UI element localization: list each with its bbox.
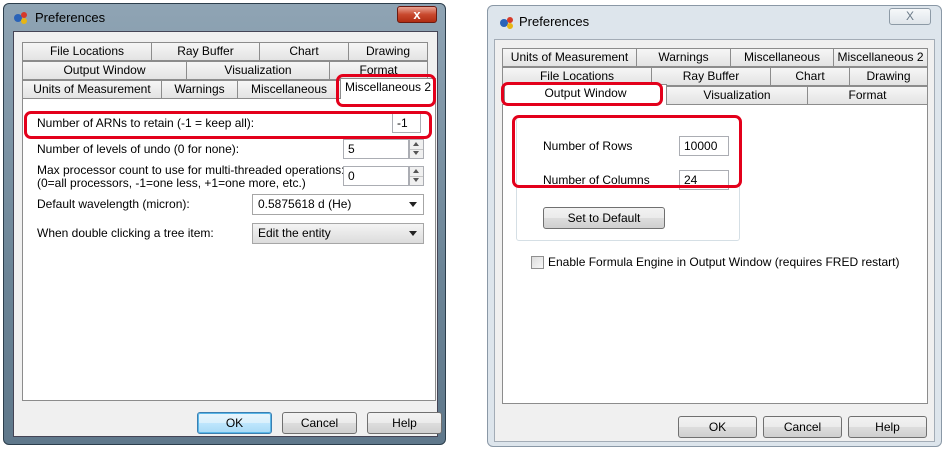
tab-format[interactable]: Format [807,86,928,105]
tab-miscellaneous[interactable]: Miscellaneous [237,80,341,99]
tab-units-of-measurement[interactable]: Units of Measurement [22,80,162,99]
tab-warnings[interactable]: Warnings [161,80,238,99]
right-cancel-button[interactable]: Cancel [763,416,842,438]
tab-drawing[interactable]: Drawing [348,42,428,61]
preferences-app-icon [14,12,27,24]
tab-ray-buffer[interactable]: Ray Buffer [151,42,260,61]
wavelength-combobox[interactable]: 0.5875618 d (He) [252,194,424,215]
spin-down-icon[interactable] [410,149,423,158]
close-icon: X [905,9,914,23]
left-cancel-button[interactable]: Cancel [282,412,357,434]
dropdown-arrow-icon [409,202,417,207]
left-ok-button[interactable]: OK [197,412,272,434]
left-help-button[interactable]: Help [367,412,442,434]
highlight-output-window-tab [501,82,663,106]
preferences-app-icon [500,17,513,29]
tab-chart[interactable]: Chart [770,67,850,86]
checkbox-icon[interactable] [531,256,544,269]
formula-engine-label: Enable Formula Engine in Output Window (… [548,255,900,269]
tab-file-locations[interactable]: File Locations [22,42,152,61]
tab-output-window[interactable]: Output Window [22,61,187,80]
set-to-default-button[interactable]: Set to Default [543,207,665,229]
tab-warnings[interactable]: Warnings [636,48,731,67]
left-titlebar: Preferences x [4,4,445,30]
processor-label-line1: Max processor count to use for multi-thr… [37,163,345,177]
processor-label-line2: (0=all processors, -1=one less, +1=one m… [37,176,306,190]
dblclick-combobox[interactable]: Edit the entity [252,223,424,244]
tab-chart[interactable]: Chart [259,42,349,61]
tab-miscellaneous[interactable]: Miscellaneous [730,48,834,67]
undo-label: Number of levels of undo (0 for none): [37,142,240,156]
dropdown-arrow-icon [409,231,417,236]
highlight-rows-columns [512,115,742,188]
tab-visualization[interactable]: Visualization [186,61,330,80]
right-preferences-dialog: Preferences X Units of Measurement Warni… [487,5,942,447]
highlight-arns-row [24,111,432,139]
undo-input[interactable]: 5 [343,139,409,159]
tab-visualization[interactable]: Visualization [666,86,808,105]
highlight-miscellaneous-2-tab [336,74,436,107]
tab-drawing[interactable]: Drawing [849,67,928,86]
right-window-title: Preferences [519,14,590,29]
left-preferences-dialog: Preferences x File Locations Ray Buffer … [3,3,446,445]
undo-spinner[interactable] [409,139,424,159]
right-close-button[interactable]: X [889,8,931,25]
tab-units-of-measurement[interactable]: Units of Measurement [502,48,637,67]
dblclick-label: When double clicking a tree item: [37,226,214,240]
processor-spinner[interactable] [409,166,424,186]
left-tab-page: Number of ARNs to retain (-1 = keep all)… [22,98,436,401]
left-close-button[interactable]: x [397,6,437,23]
tab-ray-buffer[interactable]: Ray Buffer [651,67,771,86]
close-icon: x [413,7,421,22]
tab-miscellaneous-2[interactable]: Miscellaneous 2 [833,48,928,67]
left-window-title: Preferences [35,10,106,25]
processor-input[interactable]: 0 [343,166,409,186]
right-ok-button[interactable]: OK [678,416,757,438]
spin-down-icon[interactable] [410,176,423,185]
wavelength-label: Default wavelength (micron): [37,197,190,211]
right-help-button[interactable]: Help [848,416,927,438]
